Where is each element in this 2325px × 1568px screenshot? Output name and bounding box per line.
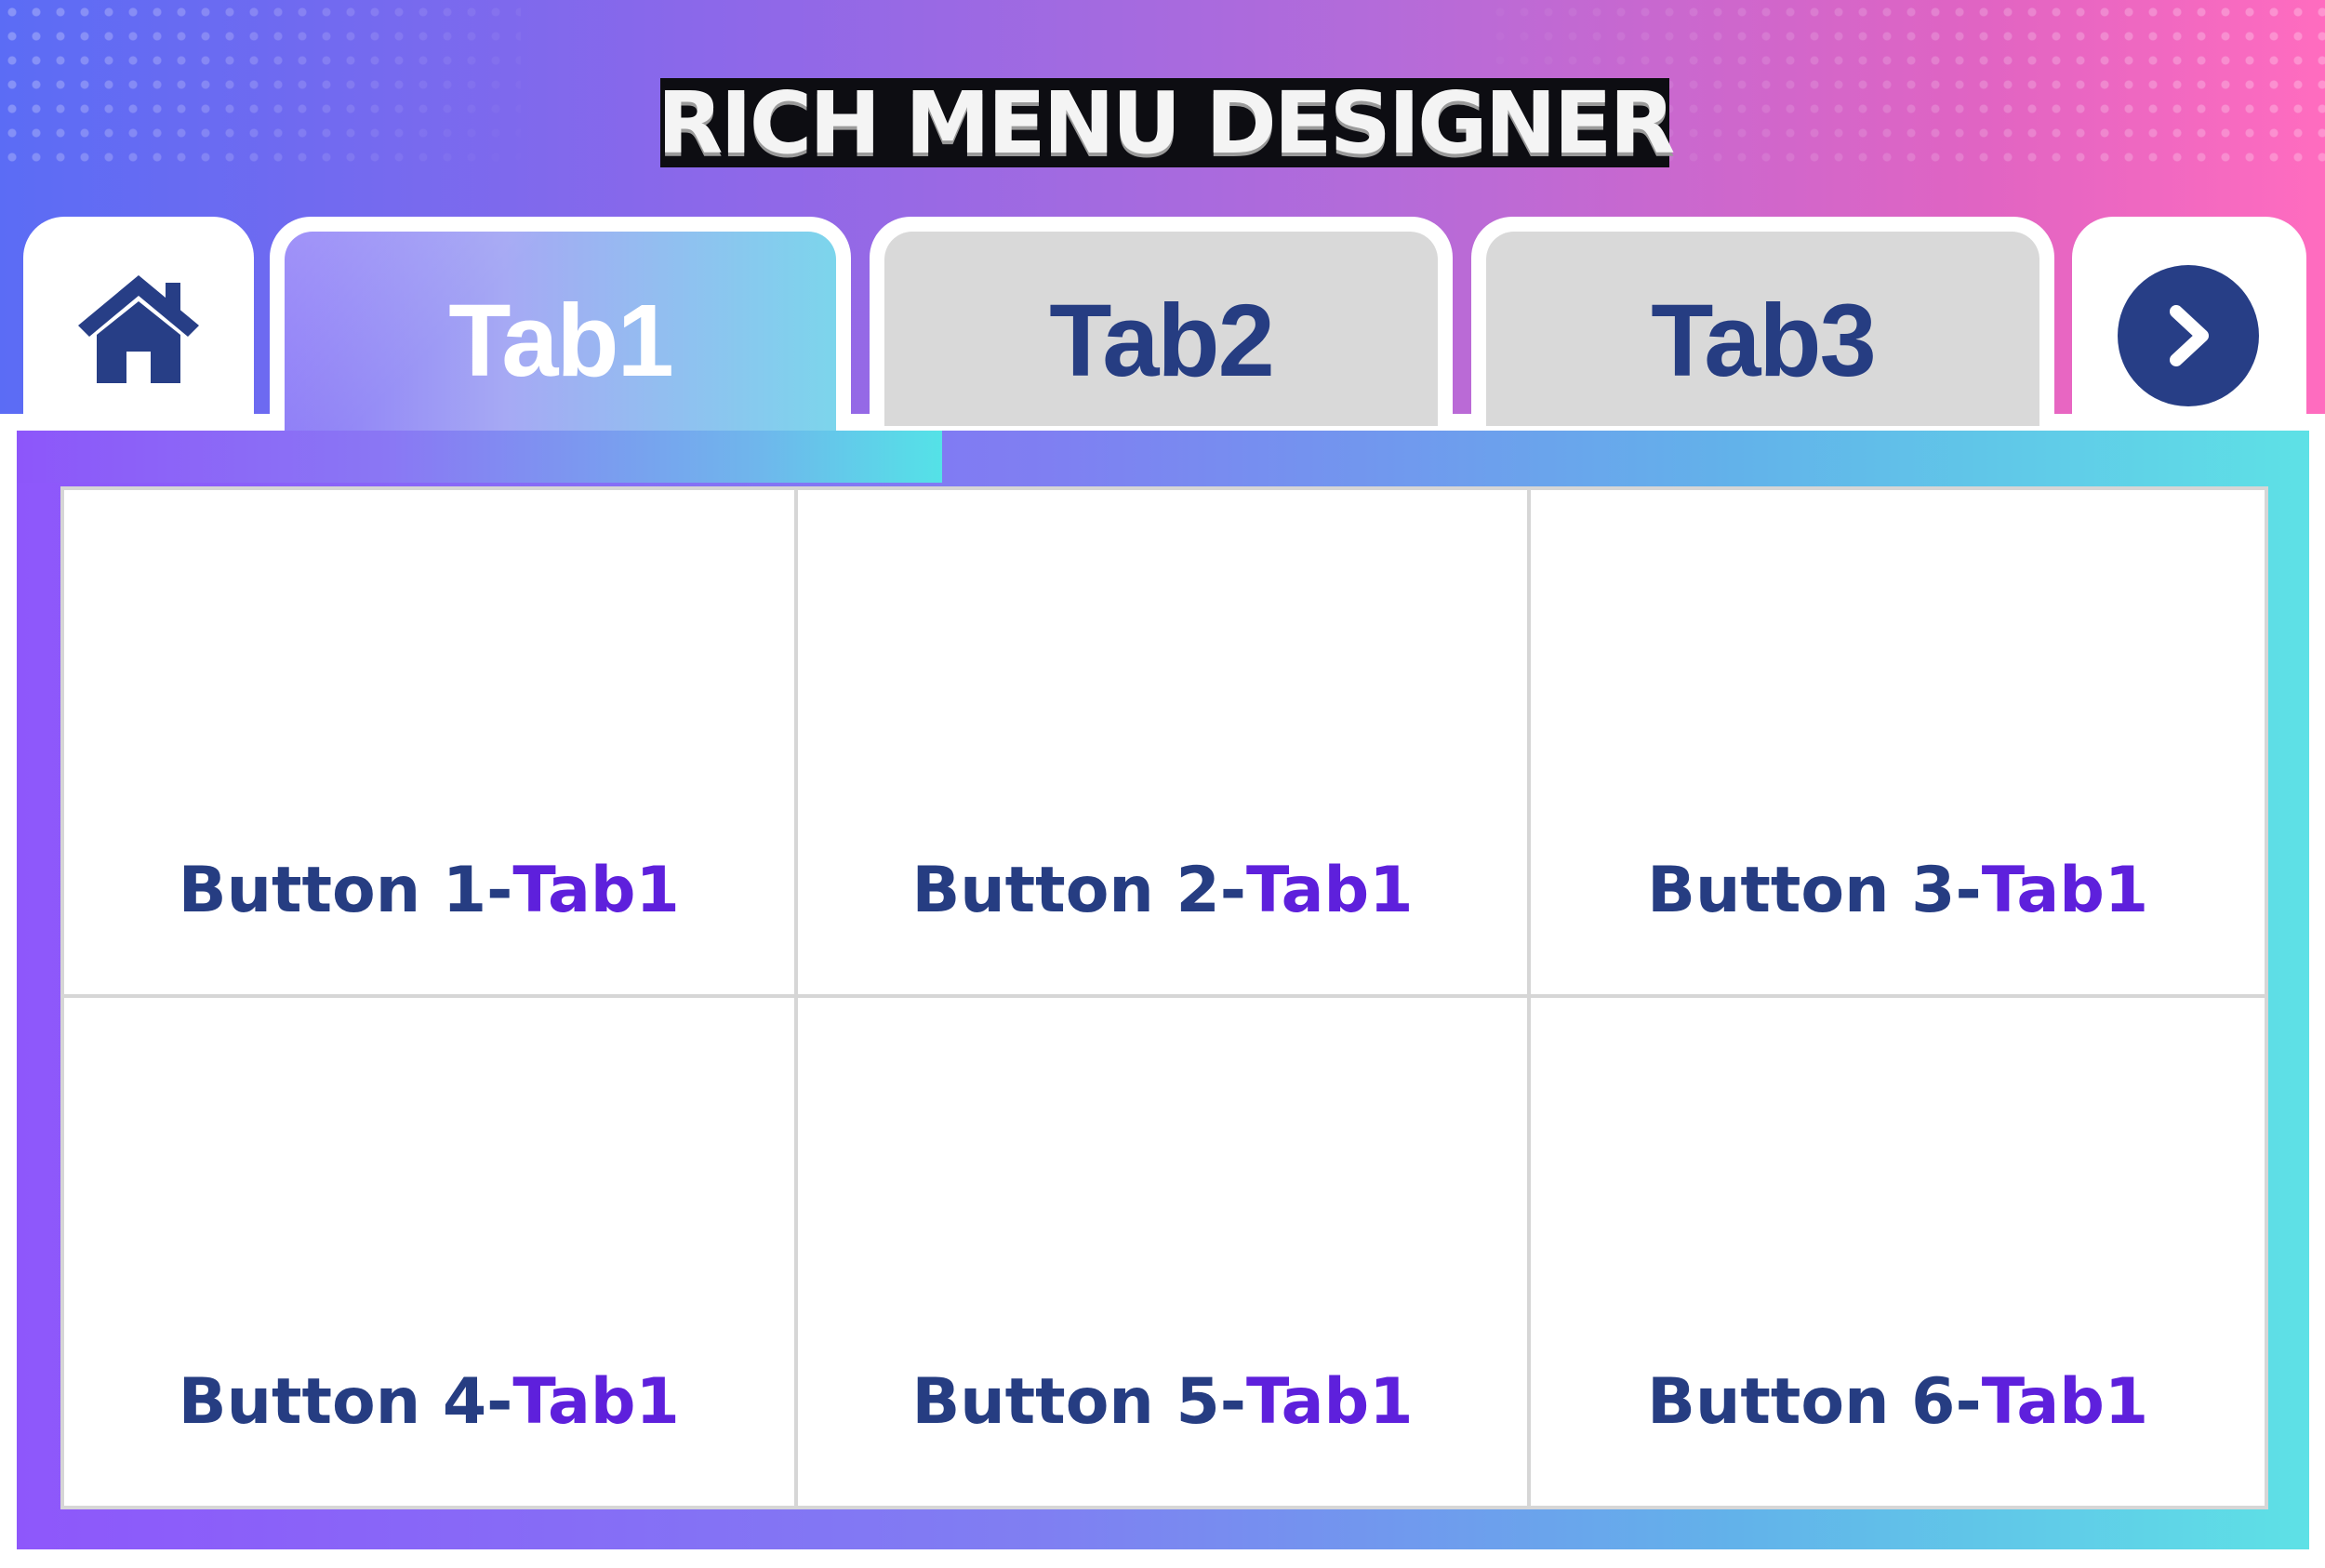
- next-button[interactable]: [2072, 217, 2306, 426]
- menu-button-5-label: Button 5-: [911, 1365, 1247, 1439]
- tab-1-label: Tab1: [285, 232, 836, 445]
- menu-button-1-label: Button 1-: [178, 854, 513, 927]
- frame-highlight: [17, 431, 942, 483]
- next-circle: [2118, 265, 2259, 406]
- menu-button-6[interactable]: Button 6- Tab1: [1531, 998, 2265, 1506]
- menu-button-3-label: Button 3-: [1647, 854, 1982, 927]
- tab-1[interactable]: Tab1: [270, 217, 851, 445]
- menu-button-1[interactable]: Button 1- Tab1: [64, 490, 798, 998]
- menu-button-4[interactable]: Button 4- Tab1: [64, 998, 798, 1506]
- home-icon: [78, 275, 199, 383]
- menu-button-4-tab: Tab1: [512, 1365, 680, 1439]
- menu-button-5[interactable]: Button 5- Tab1: [798, 998, 1532, 1506]
- menu-button-2-label: Button 2-: [911, 854, 1247, 927]
- menu-button-6-tab: Tab1: [1981, 1365, 2149, 1439]
- tab-2-label: Tab2: [884, 232, 1438, 426]
- menu-button-3[interactable]: Button 3- Tab1: [1531, 490, 2265, 998]
- home-button[interactable]: [23, 217, 254, 426]
- menu-button-2[interactable]: Button 2- Tab1: [797, 490, 1532, 998]
- menu-button-1-tab: Tab1: [512, 854, 680, 927]
- page-title: RICH MENU DESIGNER: [657, 73, 1676, 173]
- menu-button-2-tab: Tab1: [1246, 854, 1414, 927]
- chevron-right-icon: [2170, 305, 2209, 366]
- menu-button-3-tab: Tab1: [1981, 854, 2149, 927]
- tab-3-label: Tab3: [1486, 232, 2039, 426]
- menu-button-5-tab: Tab1: [1246, 1365, 1414, 1439]
- menu-button-6-label: Button 6-: [1647, 1365, 1982, 1439]
- tab-2[interactable]: Tab2: [870, 217, 1453, 426]
- tab-3[interactable]: Tab3: [1471, 217, 2054, 426]
- menu-button-4-label: Button 4-: [178, 1365, 513, 1439]
- menu-frame: Button 1- Tab1 Button 2- Tab1 Button 3- Tab…: [17, 431, 2309, 1549]
- dot-pattern-left: [0, 0, 521, 177]
- button-grid: Button 1- Tab1 Button 2- Tab1 Button 3- Tab…: [60, 486, 2268, 1509]
